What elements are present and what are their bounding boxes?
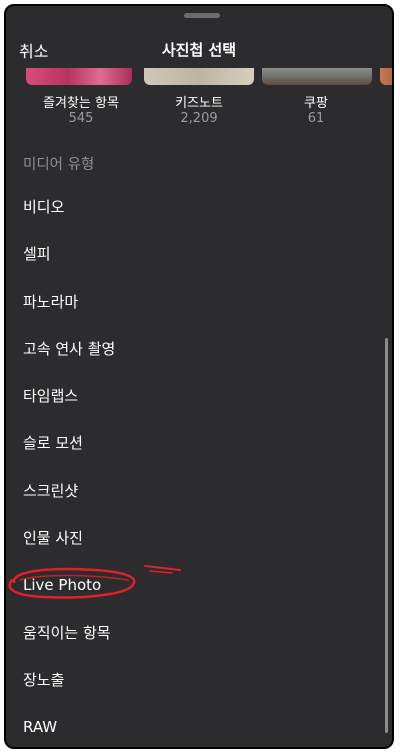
sheet-grabber[interactable] — [184, 13, 220, 18]
album-thumbnail[interactable] — [262, 68, 372, 85]
list-item-raw[interactable]: RAW — [6, 704, 392, 747]
album-name: 쿠팡 — [304, 96, 328, 111]
list-item-panorama[interactable]: 파노라마 — [6, 279, 392, 326]
album-thumbnail[interactable] — [144, 68, 254, 85]
list-item-animated[interactable]: 움직이는 항목 — [6, 610, 392, 657]
album-name: 즐겨찾는 항목 — [43, 96, 119, 111]
list-item-burst[interactable]: 고속 연사 촬영 — [6, 326, 392, 373]
album-count: 545 — [68, 111, 94, 126]
list-item-live-photo[interactable]: Live Photo — [6, 562, 392, 609]
list-item-selfie[interactable]: 셀피 — [6, 231, 392, 278]
list-item-portrait[interactable]: 인물 사진 — [6, 515, 392, 562]
album-row: 즐겨찾는 항목 545 키즈노트 2,209 쿠팡 61 — [6, 68, 392, 138]
list-item-timelapse[interactable]: 타임랩스 — [6, 373, 392, 420]
media-type-list: 비디오 셀피 파노라마 고속 연사 촬영 타임랩스 슬로 모션 스크린샷 인물 … — [6, 184, 392, 747]
list-item-video[interactable]: 비디오 — [6, 184, 392, 231]
header: 취소 사진첩 선택 — [6, 36, 392, 64]
album-count: 2,209 — [180, 111, 218, 126]
list-item-screenshot[interactable]: 스크린샷 — [6, 468, 392, 515]
album-thumbnail[interactable] — [26, 68, 132, 85]
album-name: 키즈노트 — [175, 96, 223, 111]
album-picker-sheet: 취소 사진첩 선택 즐겨찾는 항목 545 키즈노트 2,209 쿠팡 61 미… — [4, 4, 394, 749]
list-item-long-exposure[interactable]: 장노출 — [6, 657, 392, 704]
scrollbar[interactable] — [385, 338, 388, 733]
section-header-media-types: 미디어 유형 — [23, 157, 95, 173]
album-count: 61 — [307, 111, 325, 126]
list-item-slow-motion[interactable]: 슬로 모션 — [6, 420, 392, 467]
page-title: 사진첩 선택 — [161, 41, 237, 59]
album-thumbnail[interactable] — [380, 68, 392, 85]
